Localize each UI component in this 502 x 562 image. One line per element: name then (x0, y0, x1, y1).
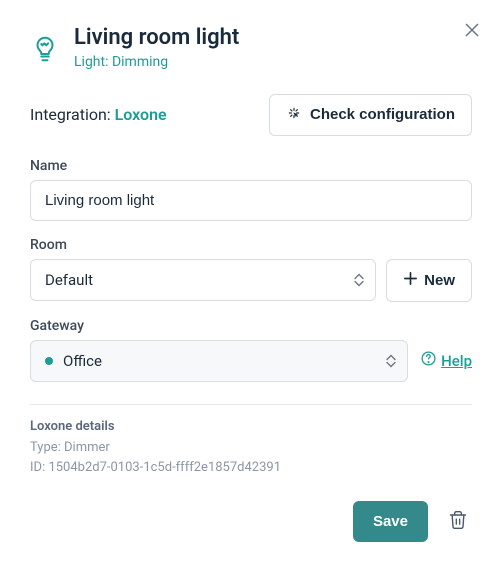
delete-button[interactable] (444, 506, 472, 537)
integration-prefix: Integration: (30, 105, 115, 124)
integration-label: Integration: Loxone (30, 105, 167, 124)
help-circle-icon (420, 350, 437, 371)
details-type: Type: Dimmer (30, 438, 472, 458)
gateway-select[interactable]: Office (30, 340, 408, 382)
dialog-title: Living room light (74, 24, 239, 52)
integration-brand: Loxone (115, 105, 167, 124)
room-selected-value: Default (45, 271, 93, 289)
details-id: ID: 1504b2d7-0103-1c5d-ffff2e1857d42391 (30, 458, 472, 478)
lightbulb-icon (30, 34, 60, 64)
room-label: Room (30, 237, 472, 253)
details-section: Loxone details Type: Dimmer ID: 1504b2d7… (30, 419, 472, 478)
check-configuration-button[interactable]: Check configuration (269, 94, 472, 136)
details-title: Loxone details (30, 419, 472, 434)
new-room-button[interactable]: New (386, 259, 472, 302)
trash-icon (448, 518, 468, 533)
divider (30, 404, 472, 405)
help-link[interactable]: Help (420, 350, 472, 371)
close-button[interactable] (464, 22, 480, 42)
new-room-label: New (424, 272, 455, 289)
check-configuration-label: Check configuration (310, 106, 455, 123)
dialog-subtitle: Light: Dimming (74, 54, 239, 70)
gateway-label: Gateway (30, 318, 472, 334)
plus-icon (403, 271, 418, 290)
name-label: Name (30, 158, 472, 174)
gateway-selected-value: Office (63, 352, 102, 370)
room-select[interactable]: Default (30, 259, 376, 301)
name-input[interactable] (30, 180, 472, 221)
dialog-header: Living room light Light: Dimming (30, 24, 472, 70)
help-label: Help (441, 352, 472, 370)
status-dot-icon (45, 357, 53, 365)
save-button[interactable]: Save (353, 501, 428, 542)
sparkle-cursor-icon (286, 105, 302, 125)
